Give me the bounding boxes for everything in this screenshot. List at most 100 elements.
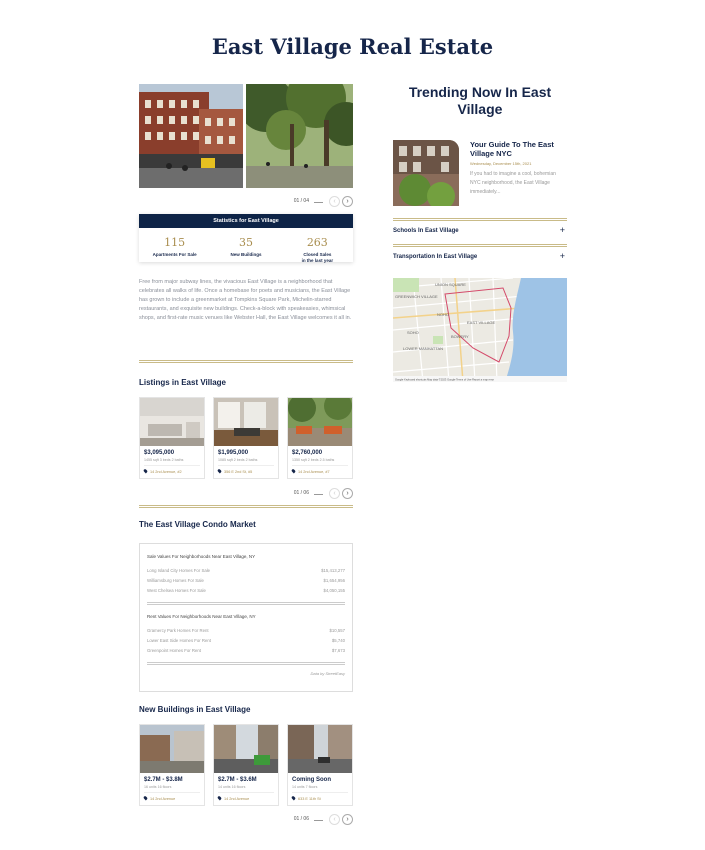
building-price: Coming Soon <box>292 777 331 783</box>
listing-card[interactable]: $1,995,000 1085 sqft 2 beds 2 baths 356 … <box>213 397 279 479</box>
stat-value: 35 <box>238 236 253 249</box>
map-pin-icon <box>291 795 296 801</box>
map-pin-icon <box>217 468 222 474</box>
row-value: $15,413,277 <box>321 568 345 573</box>
row-value: $10,557 <box>329 628 345 633</box>
stats-row: 115 Apartments For Sale 35 New Buildings… <box>139 228 353 264</box>
row-label: Greenpoint Homes For Rent <box>147 648 201 653</box>
plus-icon[interactable]: + <box>560 251 565 261</box>
stat-apartments: 115 Apartments For Sale <box>139 236 210 262</box>
stats-box: Statistics for East Village 115 Apartmen… <box>139 214 353 264</box>
listing-price: $3,095,000 <box>144 450 175 456</box>
gallery-pager: 01 / 04 ‹ › <box>139 194 353 210</box>
listing-address[interactable]: 14 2nd Avenue, #2 <box>143 465 200 478</box>
map-pin-icon <box>143 795 148 801</box>
rent-values-heading: Rent Values For Neighborhoods Near East … <box>147 614 256 619</box>
listing-photo <box>288 398 352 446</box>
gallery-photo-brownstones[interactable] <box>139 84 243 188</box>
listing-photo <box>140 398 204 446</box>
table-divider <box>147 602 345 605</box>
row-label: Williamsburg Homes For Sale <box>147 578 204 583</box>
building-meta: 16 units 16 floors <box>144 785 172 789</box>
stat-label: New Buildings <box>230 252 262 257</box>
stat-new-buildings: 35 New Buildings <box>210 236 281 262</box>
building-address-text: 14 2nd Avenue <box>224 797 250 801</box>
listing-address[interactable]: 14 2nd Avenue, #7 <box>291 465 348 478</box>
table-divider <box>147 662 345 665</box>
stat-label: Closed Sales in the last year <box>282 252 353 264</box>
guide-article[interactable]: Your Guide To The East Village NYC Wedne… <box>393 140 567 206</box>
building-address[interactable]: 633 E 11th St <box>291 792 348 805</box>
guide-photo[interactable] <box>393 140 459 206</box>
rent-row[interactable]: Lower East Side Homes For Rent $5,740 <box>147 638 345 648</box>
new-buildings-counter: 01 / 06 <box>293 816 309 822</box>
sale-row[interactable]: Long Island City Homes For Sale $15,413,2… <box>147 568 345 578</box>
guide-excerpt: If you had to imagine a cool, bohemian N… <box>470 171 556 195</box>
data-source: Data by StreetEasy <box>310 671 345 676</box>
rent-row[interactable]: Gramercy Park Homes For Rent $10,557 <box>147 628 345 638</box>
building-address[interactable]: 14 2nd Avenue <box>217 792 274 805</box>
guide-title[interactable]: Your Guide To The East Village NYC <box>470 140 567 158</box>
building-photo <box>140 725 204 773</box>
building-address-text: 14 2nd Avenue <box>150 797 176 801</box>
building-meta: 14 units 7 floors <box>292 785 318 789</box>
building-card[interactable]: Coming Soon 14 units 7 floors 633 E 11th… <box>287 724 353 806</box>
listing-address-text: 356 E 2nd St, #5 <box>224 470 253 474</box>
row-value: $1,654,956 <box>323 578 345 583</box>
pager-divider <box>314 494 323 495</box>
gallery-counter: 01 / 04 <box>293 198 309 204</box>
listings-pager: 01 / 06 ‹ › <box>139 486 353 502</box>
map-pin-icon <box>291 468 296 474</box>
map-label: EAST VILLAGE <box>467 320 495 325</box>
row-value: $5,740 <box>331 638 345 643</box>
accordion-label: Schools In East Village <box>393 228 459 234</box>
sale-values-heading: Sale Values For Neighborhoods Near East … <box>147 554 256 559</box>
building-card[interactable]: $2.7M - $3.8M 16 units 16 floors 14 2nd … <box>139 724 205 806</box>
neighborhood-gallery <box>139 84 353 188</box>
sale-row[interactable]: Williamsburg Homes For Sale $1,654,956 <box>147 578 345 588</box>
map-pin-icon <box>143 468 148 474</box>
stat-label-line2: in the last year <box>301 258 334 263</box>
chevron-right-icon[interactable]: › <box>342 488 353 499</box>
chevron-left-icon[interactable]: ‹ <box>329 488 340 499</box>
listing-photo <box>214 398 278 446</box>
pager-divider <box>314 202 323 203</box>
listing-price: $1,995,000 <box>218 450 249 456</box>
building-price: $2.7M - $3.6M <box>218 777 257 783</box>
listings-counter: 01 / 06 <box>293 490 309 496</box>
listing-meta: 1455 sqft 3 beds 2 baths <box>144 458 184 462</box>
accordion-transportation[interactable]: Transportation In East Village + <box>393 244 567 270</box>
pager-divider <box>314 820 323 821</box>
listing-card[interactable]: $2,760,000 1350 sqft 2 beds 2.5 baths 14… <box>287 397 353 479</box>
rent-row[interactable]: Greenpoint Homes For Rent $7,673 <box>147 648 345 658</box>
building-address[interactable]: 14 2nd Avenue <box>143 792 200 805</box>
chevron-right-icon[interactable]: › <box>342 196 353 207</box>
listing-address[interactable]: 356 E 2nd St, #5 <box>217 465 274 478</box>
gallery-photo-park[interactable] <box>246 84 353 188</box>
map-label: NOHO <box>437 312 449 317</box>
sale-row[interactable]: West Chelsea Homes For Sale $4,050,155 <box>147 588 345 598</box>
stat-value: 263 <box>306 236 328 249</box>
stat-closed-sales: 263 Closed Sales in the last year <box>282 236 353 264</box>
chevron-left-icon[interactable]: ‹ <box>329 196 340 207</box>
new-buildings-title: New Buildings in East Village <box>139 705 251 714</box>
listing-meta: 1350 sqft 2 beds 2.5 baths <box>292 458 335 462</box>
map-label: GREENWICH VILLAGE <box>395 294 438 299</box>
building-card[interactable]: $2.7M - $3.6M 14 units 16 floors 14 2nd … <box>213 724 279 806</box>
condo-market-title: The East Village Condo Market <box>139 520 256 529</box>
chevron-right-icon[interactable]: › <box>342 814 353 825</box>
row-label: Gramercy Park Homes For Rent <box>147 628 209 633</box>
plus-icon[interactable]: + <box>560 225 565 235</box>
listing-price: $2,760,000 <box>292 450 323 456</box>
listing-card[interactable]: $3,095,000 1455 sqft 3 beds 2 baths 14 2… <box>139 397 205 479</box>
neighborhood-map[interactable]: UNION SQUARE GREENWICH VILLAGE NOHO EAST… <box>393 278 567 382</box>
accordion-schools[interactable]: Schools In East Village + <box>393 218 567 244</box>
map-pin-icon <box>217 795 222 801</box>
listing-address-text: 14 2nd Avenue, #2 <box>150 470 182 474</box>
chevron-left-icon[interactable]: ‹ <box>329 814 340 825</box>
row-value: $7,673 <box>331 648 345 653</box>
sidebar: Trending Now In East Village Your Guide … <box>393 84 567 382</box>
building-photo <box>214 725 278 773</box>
listing-address-text: 14 2nd Avenue, #7 <box>298 470 330 474</box>
row-value: $4,050,155 <box>323 588 345 593</box>
